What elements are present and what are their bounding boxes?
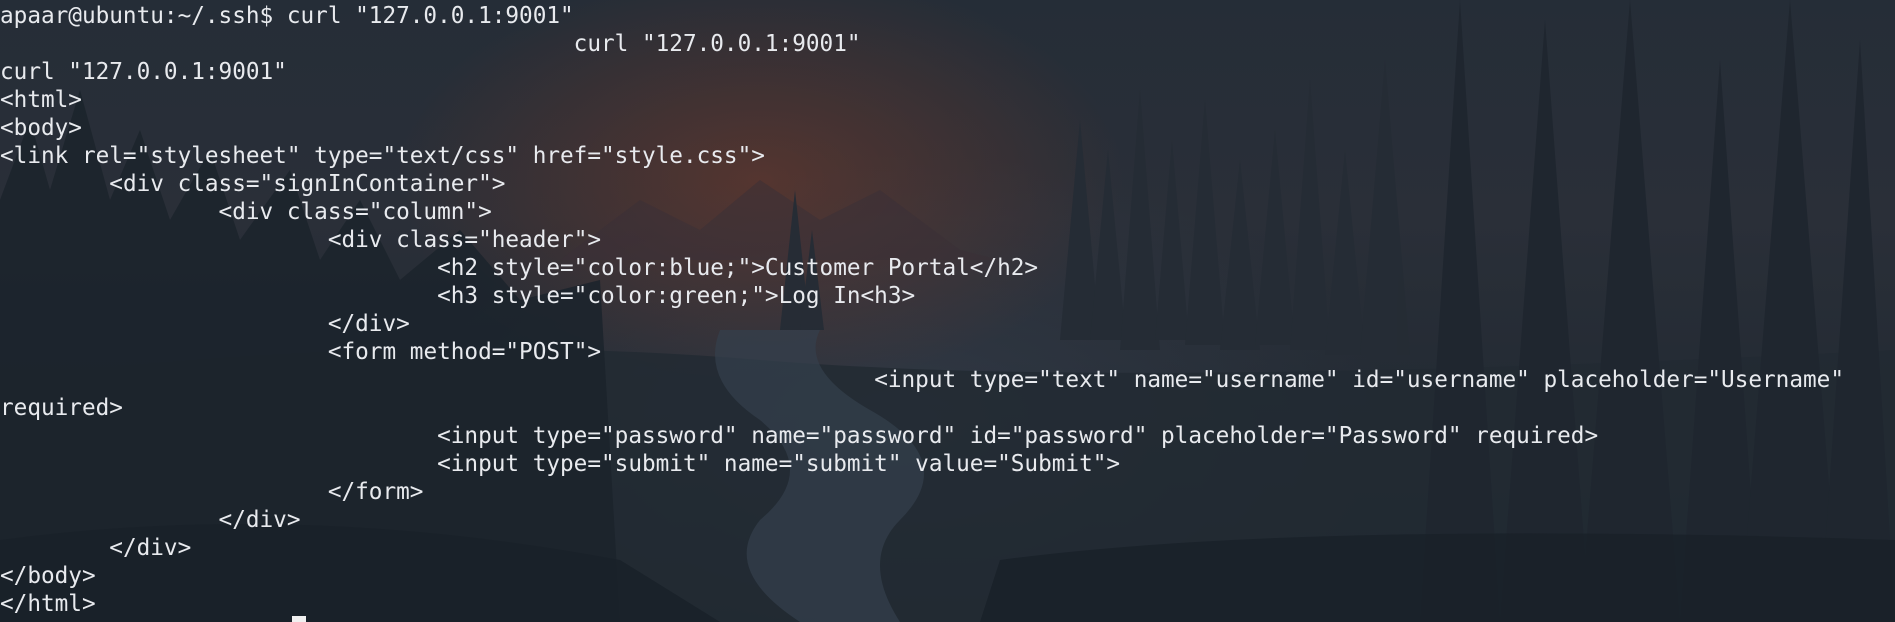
terminal-line: <h3 style="color:green;">Log In<h3>: [0, 283, 916, 309]
terminal-line: </body>: [0, 563, 96, 589]
terminal-line-prompt-command: apaar@ubuntu:~/.ssh$ curl "127.0.0.1:900…: [0, 3, 574, 29]
terminal-line: <body>: [0, 115, 82, 141]
terminal-line: <div class="column">: [0, 199, 492, 225]
terminal-line: curl "127.0.0.1:9001": [0, 59, 287, 85]
terminal-line: <input type="text" name="username" id="u…: [0, 367, 1844, 393]
terminal-line: </div>: [0, 535, 192, 561]
terminal-line: </div>: [0, 507, 301, 533]
terminal-line: <h2 style="color:blue;">Customer Portal<…: [0, 255, 1039, 281]
terminal-line: curl "127.0.0.1:9001": [0, 31, 861, 57]
terminal-line: <html>: [0, 87, 82, 113]
terminal-line: <input type="password" name="password" i…: [0, 423, 1599, 449]
terminal-line: </form>: [0, 479, 424, 505]
terminal-window[interactable]: apaar@ubuntu:~/.ssh$ curl "127.0.0.1:900…: [0, 0, 1895, 622]
terminal-line: required>: [0, 395, 123, 421]
terminal-line: <form method="POST">: [0, 339, 602, 365]
terminal-line: <div class="signInContainer">: [0, 171, 506, 197]
text-cursor: [292, 616, 306, 622]
terminal-line: <link rel="stylesheet" type="text/css" h…: [0, 143, 765, 169]
terminal-line: </html>: [0, 591, 96, 617]
terminal-output: apaar@ubuntu:~/.ssh$ curl "127.0.0.1:900…: [0, 2, 1844, 618]
terminal-line: <input type="submit" name="submit" value…: [0, 451, 1121, 477]
terminal-line: <div class="header">: [0, 227, 602, 253]
terminal-line: </div>: [0, 311, 410, 337]
